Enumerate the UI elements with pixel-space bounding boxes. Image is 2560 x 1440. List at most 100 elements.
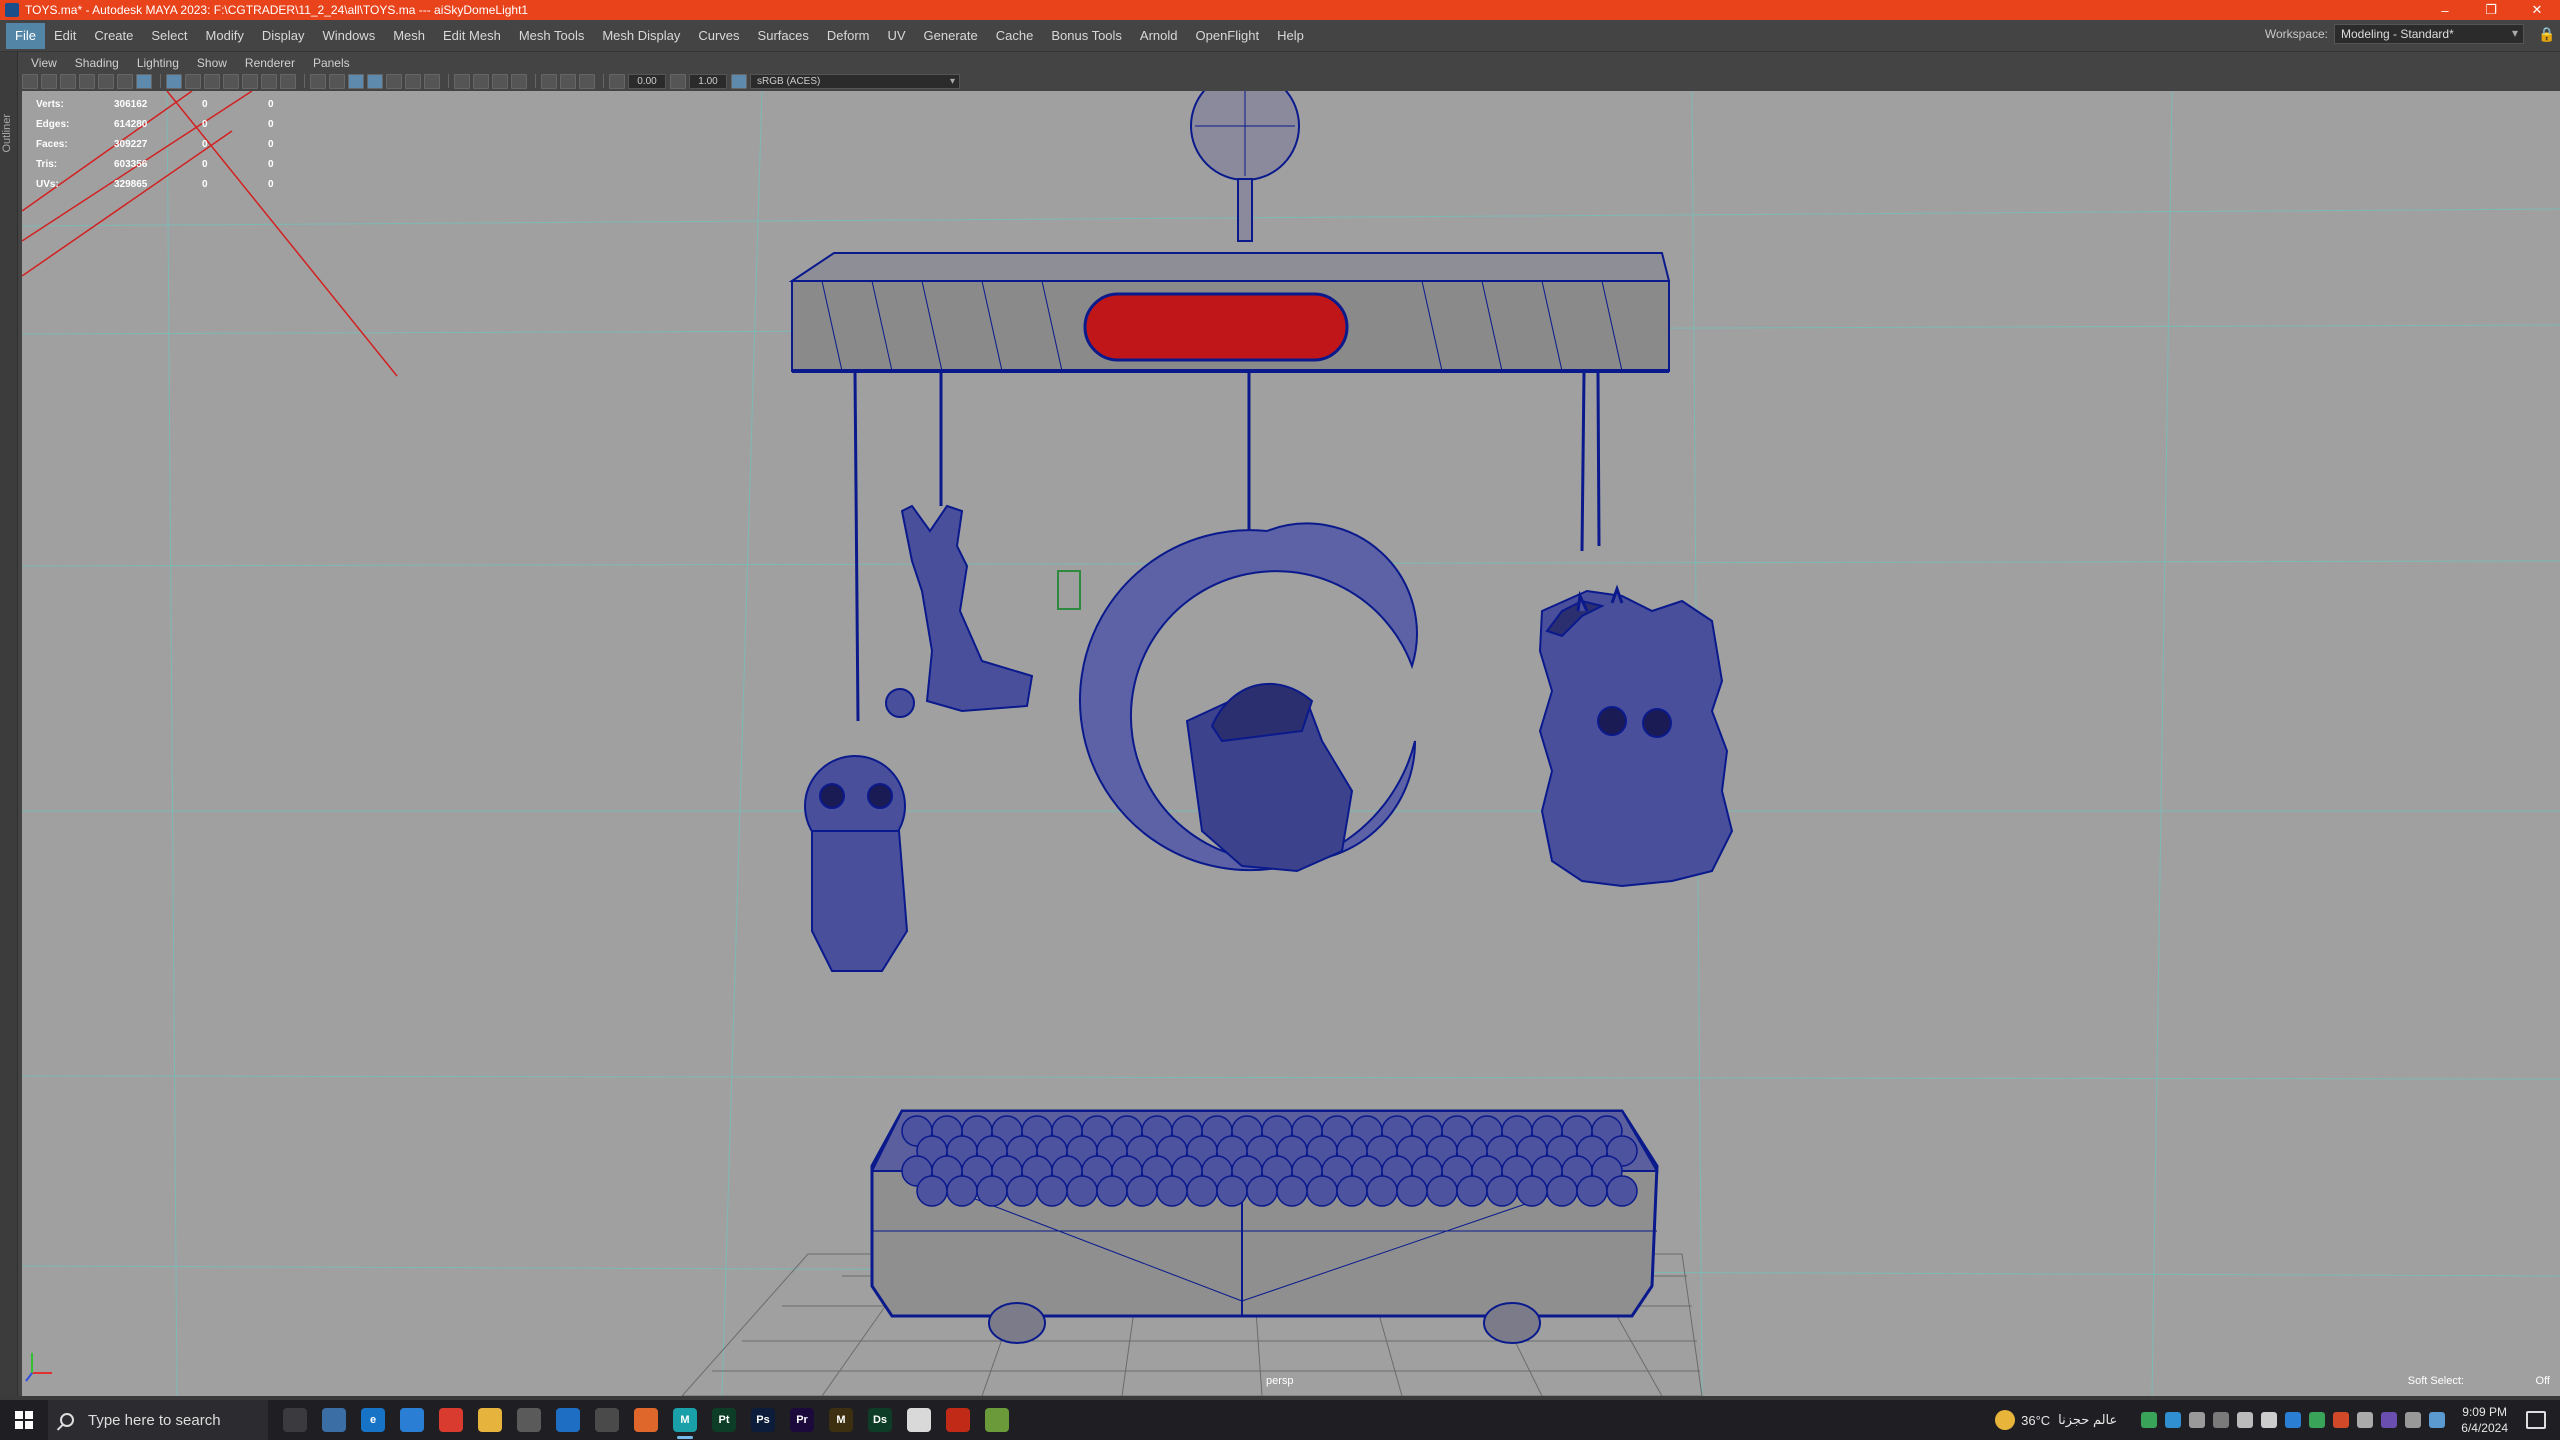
speaker-icon[interactable] [2237, 1412, 2254, 1428]
safe-action-icon[interactable] [242, 73, 258, 89]
restore-button[interactable]: ❐ [2468, 0, 2514, 20]
field-chart-icon[interactable] [223, 73, 239, 89]
xray-joints-icon[interactable] [560, 73, 576, 89]
panel-menu-show[interactable]: Show [188, 54, 236, 72]
select-camera-icon[interactable] [22, 73, 38, 89]
tray-app-icon[interactable] [2381, 1412, 2398, 1428]
taskbar-app-green-icon[interactable] [982, 1400, 1012, 1440]
menu-edit[interactable]: Edit [45, 23, 85, 49]
menu-edit-mesh[interactable]: Edit Mesh [434, 23, 510, 49]
wireframe-icon[interactable] [280, 73, 296, 89]
menu-bonus-tools[interactable]: Bonus Tools [1042, 23, 1131, 49]
taskbar-edge-icon[interactable]: e [358, 1400, 388, 1440]
taskbar-clapper-icon[interactable] [592, 1400, 622, 1440]
menu-help[interactable]: Help [1268, 23, 1313, 49]
xray-icon[interactable] [367, 73, 383, 89]
exposure-icon[interactable] [609, 73, 625, 89]
tray-app-icon[interactable] [2213, 1412, 2230, 1428]
default-material-icon[interactable] [329, 73, 345, 89]
taskbar-photoshop-icon[interactable]: Ps [748, 1400, 778, 1440]
grid-toggle-icon[interactable] [136, 73, 152, 89]
camera-attributes-icon[interactable] [41, 73, 57, 89]
menu-create[interactable]: Create [85, 23, 142, 49]
grease-pencil-icon[interactable] [117, 73, 133, 89]
taskbar-task-view-icon[interactable] [280, 1400, 310, 1440]
gamma-icon[interactable] [670, 73, 686, 89]
taskbar-maya-icon[interactable]: M [670, 1400, 700, 1440]
tray-app-icon[interactable] [2309, 1412, 2326, 1428]
panel-menu-lighting[interactable]: Lighting [128, 54, 188, 72]
menu-arnold[interactable]: Arnold [1131, 23, 1187, 49]
bluetooth-icon[interactable] [2285, 1412, 2302, 1428]
tray-app-icon[interactable] [2333, 1412, 2350, 1428]
menu-curves[interactable]: Curves [689, 23, 748, 49]
smooth-shade-icon[interactable] [310, 73, 326, 89]
menu-mesh[interactable]: Mesh [384, 23, 434, 49]
menu-cache[interactable]: Cache [987, 23, 1043, 49]
taskbar-search-box[interactable]: Type here to search [48, 1400, 268, 1440]
perspective-viewport[interactable]: Verts: 306162 0 0 Edges: 614280 0 0 Faces: 309227… [22, 91, 2560, 1396]
xray-active-icon[interactable] [579, 73, 595, 89]
isolate-select-icon[interactable] [541, 73, 557, 89]
menu-generate[interactable]: Generate [915, 23, 987, 49]
tray-app-icon[interactable] [2189, 1412, 2206, 1428]
depth-of-field-icon[interactable] [511, 73, 527, 89]
menu-file[interactable]: File [6, 22, 45, 49]
workspace-selector[interactable]: Workspace: Modeling - Standard* [2265, 24, 2524, 44]
resolution-gate-icon[interactable] [185, 73, 201, 89]
panel-menu-renderer[interactable]: Renderer [236, 54, 304, 72]
taskbar-app-blue-icon[interactable] [553, 1400, 583, 1440]
taskbar-file-explorer-icon[interactable] [475, 1400, 505, 1440]
keyboard-icon[interactable] [2405, 1412, 2422, 1428]
2d-pan-zoom-icon[interactable] [98, 73, 114, 89]
menu-mesh-display[interactable]: Mesh Display [593, 23, 689, 49]
exposure-field[interactable]: 0.00 [628, 73, 666, 89]
notifications-icon[interactable] [2526, 1411, 2546, 1429]
network-icon[interactable] [2261, 1412, 2278, 1428]
film-gate-icon[interactable] [166, 73, 182, 89]
tray-app-icon[interactable] [2357, 1412, 2374, 1428]
workspace-dropdown[interactable]: Modeling - Standard* [2334, 24, 2524, 44]
menu-deform[interactable]: Deform [818, 23, 879, 49]
taskbar-painter-icon[interactable]: Pt [709, 1400, 739, 1440]
textured-icon[interactable] [386, 73, 402, 89]
outliner-side-tab[interactable]: Outliner [0, 52, 18, 1412]
taskbar-store-icon[interactable] [397, 1400, 427, 1440]
tray-app-icon[interactable] [2141, 1412, 2158, 1428]
antialiasing-icon[interactable] [492, 73, 508, 89]
gamma-field[interactable]: 1.00 [689, 73, 727, 89]
taskbar-clock[interactable]: 9:09 PM 6/4/2024 [2461, 1404, 2508, 1436]
menu-select[interactable]: Select [142, 23, 196, 49]
taskbar-firefox-icon[interactable] [631, 1400, 661, 1440]
panel-menu-shading[interactable]: Shading [66, 54, 128, 72]
taskbar-app-circle-icon[interactable] [514, 1400, 544, 1440]
taskbar-app-red-icon[interactable] [943, 1400, 973, 1440]
lights-icon[interactable] [405, 73, 421, 89]
weather-widget[interactable]: 36°C عالم حجزنا [1995, 1410, 2117, 1430]
taskbar-widgets-icon[interactable] [319, 1400, 349, 1440]
color-management-icon[interactable] [731, 73, 747, 89]
start-button[interactable] [0, 1400, 48, 1440]
lock-icon[interactable]: 🔒 [2538, 26, 2555, 44]
panel-menu-panels[interactable]: Panels [304, 54, 359, 72]
menu-modify[interactable]: Modify [197, 23, 253, 49]
taskbar-designer-icon[interactable]: Ds [865, 1400, 895, 1440]
tray-app-icon[interactable] [2165, 1412, 2182, 1428]
taskbar-premiere-icon[interactable]: Pr [787, 1400, 817, 1440]
menu-windows[interactable]: Windows [313, 23, 384, 49]
taskbar-paint-app-icon[interactable] [904, 1400, 934, 1440]
bookmarks-icon[interactable] [60, 73, 76, 89]
menu-surfaces[interactable]: Surfaces [749, 23, 818, 49]
wireframe-on-shaded-icon[interactable] [348, 73, 364, 89]
colorspace-dropdown[interactable]: sRGB (ACES) [750, 73, 960, 89]
gate-mask-icon[interactable] [204, 73, 220, 89]
menu-mesh-tools[interactable]: Mesh Tools [510, 23, 594, 49]
taskbar-chrome-icon[interactable] [436, 1400, 466, 1440]
taskbar-mudbox-icon[interactable]: M [826, 1400, 856, 1440]
safe-title-icon[interactable] [261, 73, 277, 89]
close-button[interactable]: ✕ [2514, 0, 2560, 20]
shadows-icon[interactable] [424, 73, 440, 89]
menu-uv[interactable]: UV [878, 23, 914, 49]
menu-display[interactable]: Display [253, 23, 314, 49]
ambient-occlusion-icon[interactable] [454, 73, 470, 89]
